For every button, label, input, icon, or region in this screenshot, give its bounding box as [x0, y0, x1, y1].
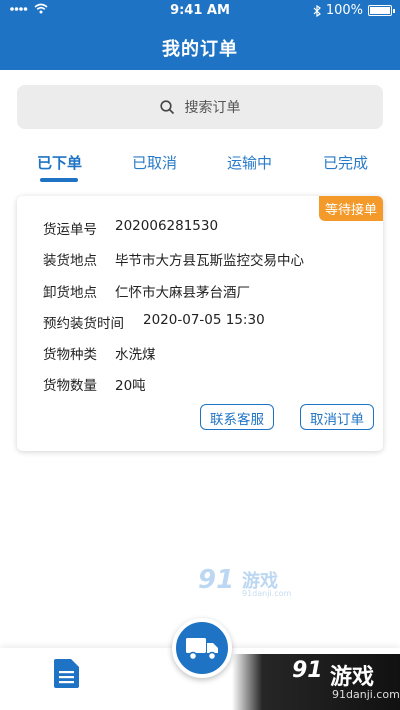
field-label: 货运单号 [43, 222, 97, 238]
watermark-domain: 91danji.com [242, 589, 292, 598]
battery-level [370, 7, 390, 14]
tab-completed[interactable]: 已完成 [323, 152, 368, 173]
field-value: 20吨 [115, 378, 146, 394]
field-cargo-quantity: 货物数量 20吨 [43, 374, 146, 394]
field-label: 货物种类 [43, 347, 97, 363]
truck-icon [186, 638, 218, 661]
order-tabs: 已下单 已取消 运输中 已完成 [0, 148, 400, 188]
field-value: 202006281530 [115, 218, 219, 234]
bluetooth-icon [313, 4, 321, 17]
contact-support-button[interactable]: 联系客服 [200, 404, 274, 430]
field-value: 仁怀市大麻县茅台酒厂 [115, 285, 250, 301]
orders-doc-icon[interactable] [53, 658, 80, 689]
corner-logo-brand: 游戏 [330, 665, 375, 690]
field-unloading-place: 卸货地点 仁怀市大麻县茅台酒厂 [43, 281, 250, 301]
field-waybill: 货运单号 202006281530 [43, 218, 218, 238]
status-badge: 等待接单 [318, 196, 383, 221]
active-tab-indicator [40, 178, 78, 182]
status-bar: 9:41 AM 100% [0, 0, 400, 22]
battery-percent: 100% [325, 3, 363, 18]
corner-logo: 91 游戏 91danji.com [232, 654, 400, 710]
truck-center-button[interactable] [172, 618, 232, 678]
battery-icon [368, 5, 395, 16]
field-label: 货物数量 [43, 378, 97, 394]
field-value: 毕节市大方县瓦斯监控交易中心 [115, 253, 304, 269]
field-label: 预约装货时间 [43, 316, 124, 332]
field-value: 水洗煤 [115, 347, 156, 363]
field-scheduled-time: 预约装货时间 2020-07-05 15:30 [43, 312, 265, 332]
watermark-number: 91 [198, 565, 235, 595]
cancel-order-button[interactable]: 取消订单 [300, 404, 374, 430]
watermark-logo: 91 游戏 91danji.com [198, 565, 298, 601]
order-card[interactable]: 等待接单 货运单号 202006281530 装货地点 毕节市大方县瓦斯监控交易… [17, 196, 383, 451]
status-right: 100% [313, 3, 395, 18]
app-header: 9:41 AM 100% 我的订单 [0, 0, 400, 70]
page-title: 我的订单 [162, 39, 238, 60]
search-input[interactable]: 搜索订单 [17, 85, 383, 129]
tab-cancelled[interactable]: 已取消 [132, 152, 177, 173]
field-value: 2020-07-05 15:30 [143, 312, 265, 328]
field-cargo-type: 货物种类 水洗煤 [43, 343, 156, 363]
field-loading-place: 装货地点 毕节市大方县瓦斯监控交易中心 [43, 249, 304, 269]
corner-logo-domain: 91danji.com [332, 688, 400, 701]
search-placeholder: 搜索订单 [184, 100, 241, 116]
corner-logo-number: 91 [292, 658, 323, 683]
tab-placed[interactable]: 已下单 [37, 152, 82, 173]
tab-in-transit[interactable]: 运输中 [227, 152, 272, 173]
field-label: 装货地点 [43, 253, 97, 269]
field-label: 卸货地点 [43, 285, 97, 301]
search-icon [159, 99, 174, 114]
